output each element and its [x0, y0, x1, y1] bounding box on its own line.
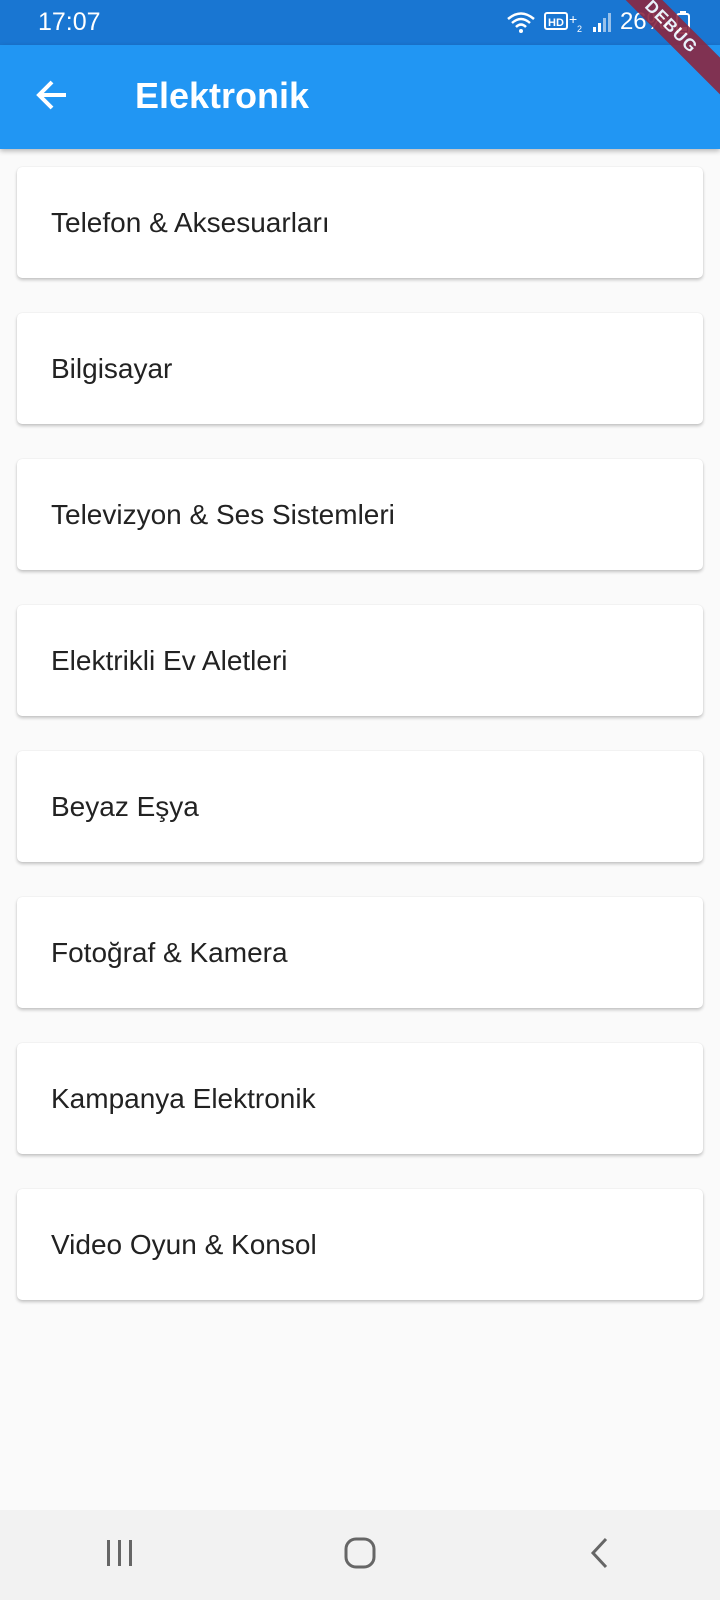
recent-apps-icon: [104, 1538, 136, 1573]
category-item-bilgisayar[interactable]: Bilgisayar: [17, 313, 703, 424]
wifi-icon: [506, 10, 536, 34]
category-item-telefon-aksesuarlari[interactable]: Telefon & Aksesuarları: [17, 167, 703, 278]
category-item-elektrikli-ev-aletleri[interactable]: Elektrikli Ev Aletleri: [17, 605, 703, 716]
svg-text:2: 2: [577, 24, 582, 34]
back-nav-icon: [588, 1536, 612, 1575]
category-label: Bilgisayar: [51, 352, 173, 384]
system-nav-bar: [0, 1510, 720, 1600]
status-bar: 17:07 HD + 2 26%: [0, 0, 720, 45]
category-label: Telefon & Aksesuarları: [51, 206, 330, 238]
signal-icon: [592, 11, 612, 33]
category-list: Telefon & Aksesuarları Bilgisayar Televi…: [17, 167, 703, 1335]
arrow-back-icon: [35, 78, 69, 117]
home-icon: [343, 1536, 377, 1575]
home-button[interactable]: [300, 1515, 420, 1595]
category-label: Elektrikli Ev Aletleri: [51, 644, 288, 676]
svg-text:HD: HD: [548, 17, 564, 29]
category-item-beyaz-esya[interactable]: Beyaz Eşya: [17, 751, 703, 862]
back-nav-button[interactable]: [540, 1515, 660, 1595]
category-label: Fotoğraf & Kamera: [51, 936, 288, 968]
category-item-fotograf-kamera[interactable]: Fotoğraf & Kamera: [17, 897, 703, 1008]
app-bar: Elektronik: [0, 45, 720, 149]
recent-apps-button[interactable]: [60, 1515, 180, 1595]
category-item-video-oyun-konsol[interactable]: Video Oyun & Konsol: [17, 1189, 703, 1300]
svg-text:+: +: [569, 11, 577, 27]
category-label: Televizyon & Ses Sistemleri: [51, 498, 395, 530]
status-time: 17:07: [38, 8, 101, 36]
hd-voice-icon: HD + 2: [543, 10, 584, 34]
page-title: Elektronik: [135, 75, 310, 116]
category-item-kampanya-elektronik[interactable]: Kampanya Elektronik: [17, 1043, 703, 1154]
category-label: Video Oyun & Konsol: [51, 1228, 317, 1260]
category-label: Kampanya Elektronik: [51, 1082, 316, 1114]
back-button[interactable]: [20, 65, 84, 129]
category-item-televizyon-ses-sistemleri[interactable]: Televizyon & Ses Sistemleri: [17, 459, 703, 570]
category-label: Beyaz Eşya: [51, 790, 199, 822]
